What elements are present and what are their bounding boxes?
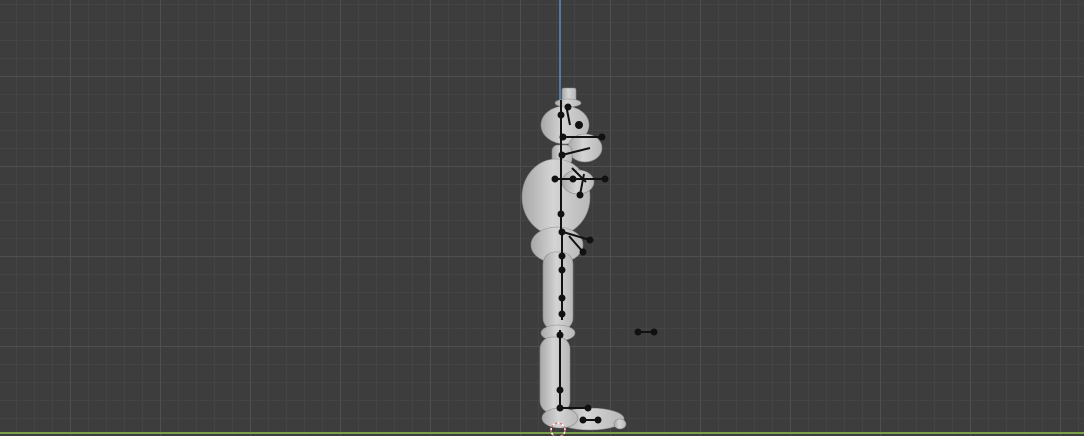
3d-viewport[interactable] — [0, 0, 1084, 436]
scene-canvas[interactable] — [0, 0, 1084, 436]
character-mesh[interactable] — [521, 87, 627, 431]
